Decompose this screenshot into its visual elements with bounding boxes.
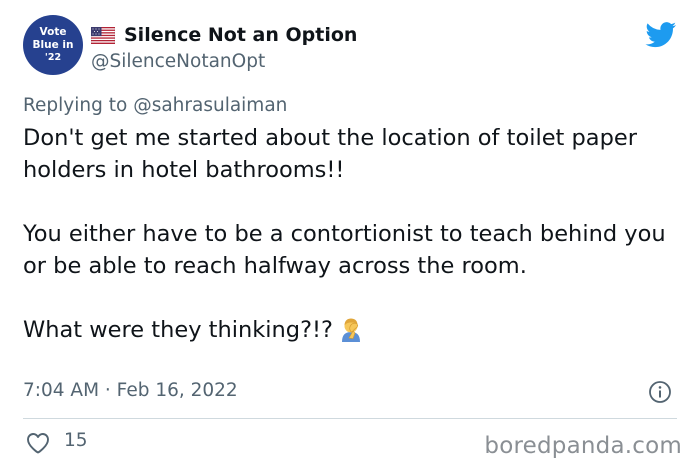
watermark: boredpanda.com <box>484 433 682 459</box>
twitter-bird-icon[interactable] <box>645 22 677 48</box>
author-handle[interactable]: @SilenceNotanOpt <box>91 51 265 72</box>
replying-to-mention[interactable]: @sahrasulaiman <box>133 95 287 116</box>
tweet-paragraph-2: You either have to be a contortionist to… <box>23 221 666 279</box>
tweet-timestamp[interactable]: 7:04 AM · Feb 16, 2022 <box>23 380 238 401</box>
author-name-row: Silence Not an Option <box>91 22 357 48</box>
divider <box>23 418 677 419</box>
facepalm-icon <box>341 318 360 342</box>
replying-to: Replying to @sahrasulaiman <box>23 95 287 116</box>
avatar[interactable]: Vote Blue in '22 <box>23 15 83 75</box>
replying-to-prefix: Replying to <box>23 95 134 116</box>
author-display-name[interactable]: Silence Not an Option <box>124 24 357 46</box>
avatar-text-line1: Vote <box>39 25 67 38</box>
tweet-text: Don't get me started about the location … <box>23 122 683 346</box>
tweet-paragraph-3: What were they thinking?!? <box>23 317 333 343</box>
like-count: 15 <box>64 430 88 451</box>
tweet-card: Vote Blue in '22 Silence Not an Option @… <box>0 0 700 471</box>
avatar-text-line2: Blue in <box>32 39 74 52</box>
heart-icon[interactable] <box>26 432 50 454</box>
tweet-paragraph-1: Don't get me started about the location … <box>23 125 637 183</box>
tweet-paragraph-3-wrap: What were they thinking?!? <box>23 314 683 346</box>
avatar-text-line3: '22 <box>44 52 62 64</box>
us-flag-icon <box>91 26 115 44</box>
info-icon[interactable] <box>648 380 672 404</box>
